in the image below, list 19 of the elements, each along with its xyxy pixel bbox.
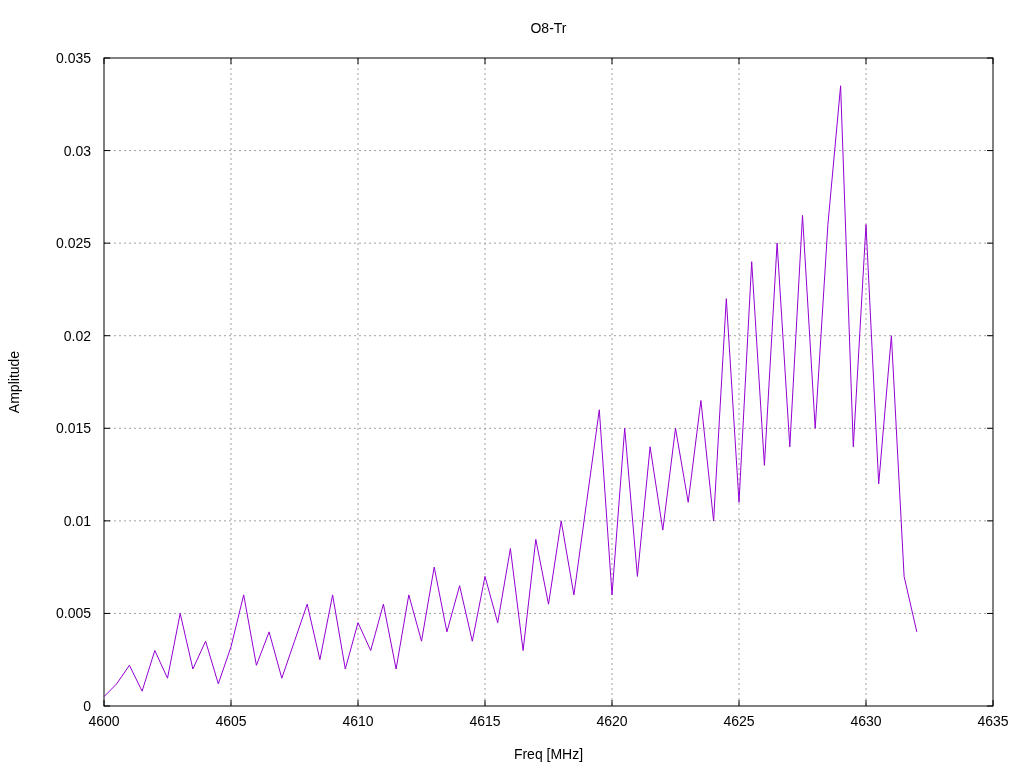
x-tick-label: 4630 <box>850 713 882 729</box>
y-axis-label: Amplitude <box>6 350 22 414</box>
y-tick-label: 0.015 <box>55 420 91 437</box>
x-tick-label: 4635 <box>977 713 1009 729</box>
x-tick-label: 4615 <box>469 713 501 729</box>
x-tick-label: 4600 <box>88 713 120 729</box>
y-tick-label: 0.035 <box>55 50 91 66</box>
x-tick-label: 4610 <box>342 713 374 729</box>
x-tick-label: 4625 <box>723 713 755 729</box>
y-tick-label: 0.02 <box>63 327 91 344</box>
y-tick-label: 0.03 <box>63 142 91 159</box>
chart-title: O8-Tr <box>530 20 567 36</box>
x-tick-label: 4620 <box>596 713 628 729</box>
x-axis-label: Freq [MHz] <box>513 746 584 762</box>
y-tick-label: 0.005 <box>55 605 91 622</box>
y-tick-label: 0.025 <box>55 235 91 252</box>
x-tick-label: 4605 <box>215 713 247 729</box>
y-tick-label: 0.01 <box>63 512 91 529</box>
y-tick-label: 0 <box>83 698 91 714</box>
